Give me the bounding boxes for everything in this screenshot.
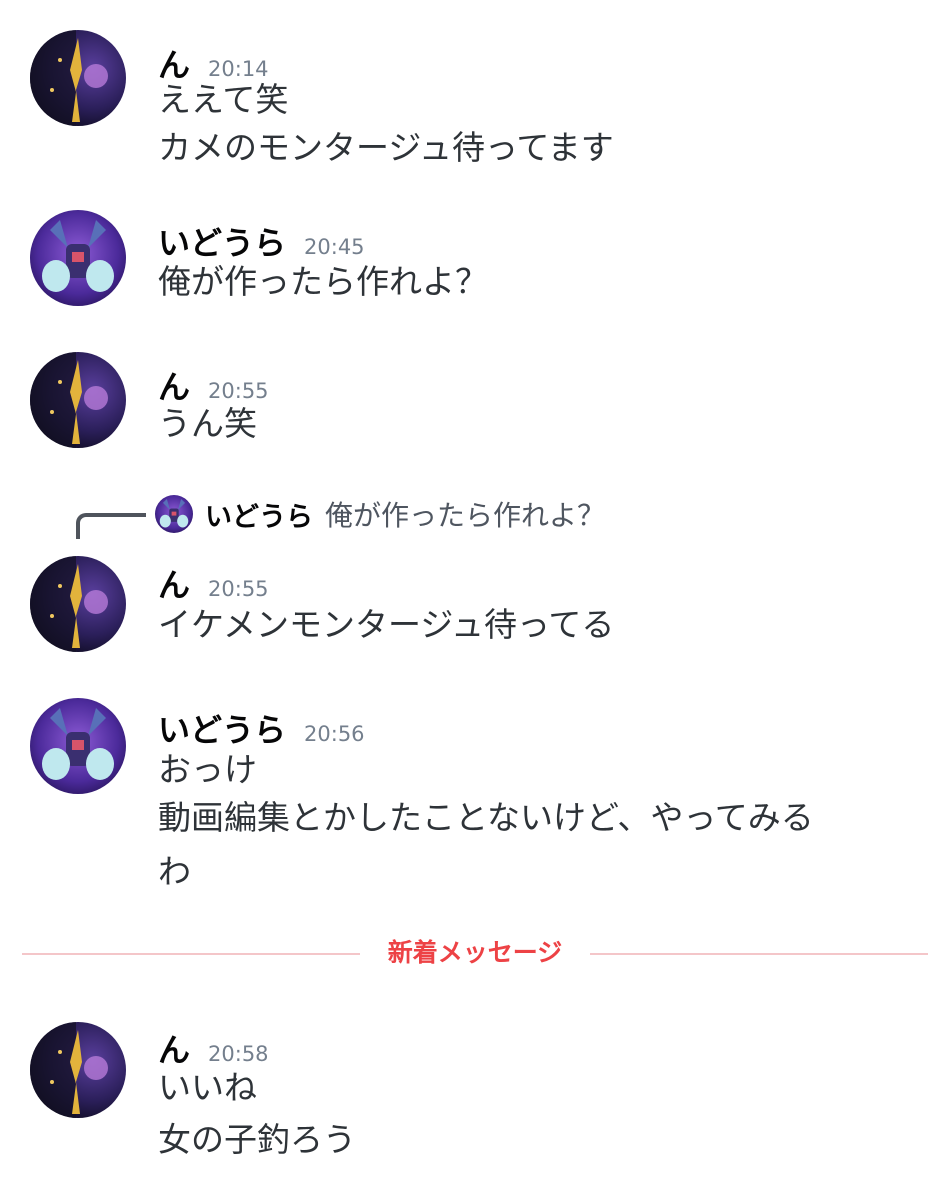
purple-creature-avatar-icon[interactable] [30,698,126,794]
message-timestamp: 20:56 [304,722,365,746]
message-text: いいね [158,1068,257,1107]
message-text: イケメンモンタージュ待ってる [158,605,615,644]
message-text: 動画編集とかしたことないけど、やってみる [158,798,814,837]
message-author[interactable]: いどうら [158,224,286,262]
message-author[interactable]: いどうら [158,711,286,749]
new-messages-label: 新着メッセージ [387,938,563,967]
message-text: わ [158,852,191,891]
divider-rule [590,953,928,955]
message-timestamp: 20:45 [304,235,365,259]
moon-split-avatar-icon[interactable] [30,556,126,652]
message-text: ええて笑 [158,80,289,119]
message-text: カメのモンタージュ待ってます [158,128,614,167]
purple-creature-avatar-icon[interactable] [30,210,126,306]
reply-connector [76,513,146,539]
message-text: おっけ [158,750,257,789]
reply-preview[interactable]: いどうら 俺が作ったら作れよ？ [155,494,605,534]
new-messages-divider: 新着メッセージ [22,935,928,971]
message-timestamp: 20:55 [208,577,269,601]
message-author[interactable]: ん [158,566,190,604]
message-timestamp: 20:14 [208,57,269,81]
moon-split-avatar-icon[interactable] [30,1022,126,1118]
purple-creature-avatar-icon [155,495,193,533]
message-timestamp: 20:55 [208,379,269,403]
reply-text: 俺が作ったら作れよ？ [325,499,606,532]
message-author[interactable]: ん [158,368,190,406]
divider-rule [22,953,360,955]
message-author[interactable]: ん [158,1031,190,1069]
message-timestamp: 20:58 [208,1042,269,1066]
message-author[interactable]: ん [158,46,190,84]
message-text: 女の子釣ろう [158,1120,356,1159]
message-text: うん笑 [158,404,257,443]
message-text: 俺が作ったら作れよ？ [158,262,488,301]
reply-author: いどうら [205,501,313,533]
moon-split-avatar-icon[interactable] [30,352,126,448]
moon-split-avatar-icon[interactable] [30,30,126,126]
